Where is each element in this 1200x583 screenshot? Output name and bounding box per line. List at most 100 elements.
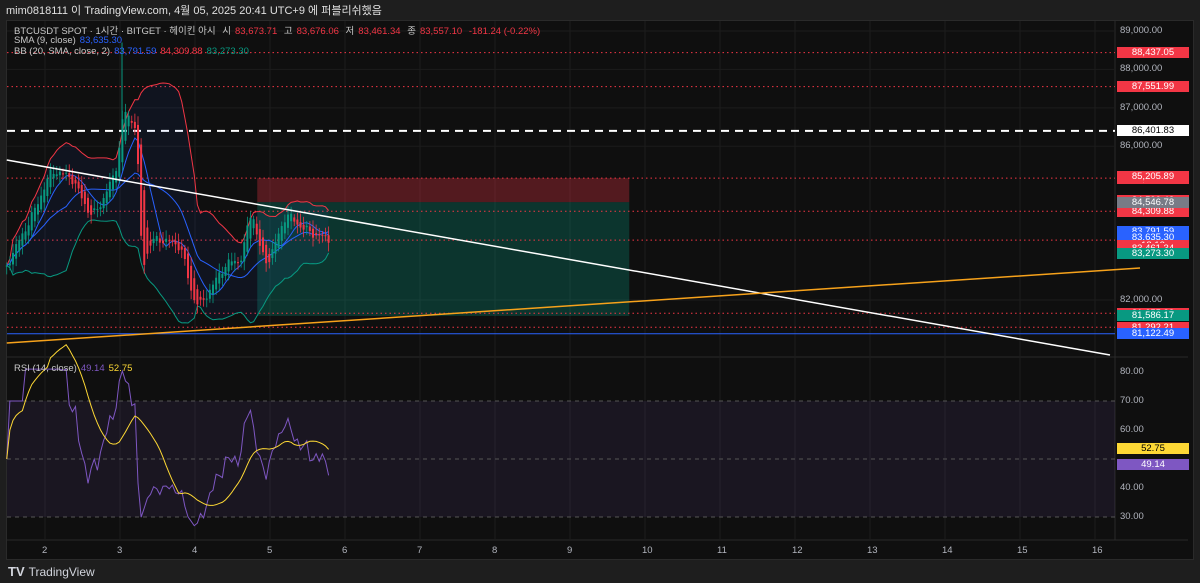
candle-body [112,175,114,190]
rsi-price-label: 49.14 [1117,458,1189,470]
candle-body [99,207,102,210]
candle-body [327,235,330,243]
x-tick-label: 14 [942,545,953,556]
candle-body [33,207,36,222]
candle-body [71,175,74,185]
candle-body [312,228,314,238]
x-tick-label: 10 [642,545,653,556]
candle-body [118,147,121,177]
candle-body [183,248,186,260]
candle-body [280,226,283,241]
candle-body [321,234,324,236]
candle-body [168,240,171,242]
price-line-label: 86,401.83 [1117,125,1189,137]
candle-body [237,262,239,264]
candle-body [252,219,255,229]
bb-mid-value: 83,791.59 [114,46,157,57]
candle-body [302,224,305,230]
open-value: 83,673.71 [234,26,278,37]
candle-body [177,242,180,251]
rsi-tick-label: 30.00 [1120,511,1144,522]
rsi-label: RSI (14, close) [14,363,77,374]
rsi-tick-label: 60.00 [1120,424,1144,435]
candle-body [215,277,218,290]
x-tick-label: 2 [42,545,48,556]
candle-body [202,298,205,300]
candle-body [143,190,146,265]
change-value: -181.24 (-0.22%) [468,26,541,37]
candle-body [193,278,196,301]
candle-body [230,261,233,266]
tradingview-logo-icon: TV [8,564,25,579]
candle-body [133,121,136,129]
candle-body [68,173,71,178]
price-line-label: 88,437.05 [1117,47,1189,59]
candle-body [249,217,252,239]
candle-body [27,225,30,236]
rsi-ma-value: 52.75 [108,363,133,374]
candle-body [290,213,293,222]
bb-legend[interactable]: BB (20, SMA, close, 2) 83,791.59 84,309.88… [14,46,253,57]
candle-body [233,260,236,264]
sma-legend[interactable]: SMA (9, close) 83,635.30 [14,35,126,46]
candle-body [274,242,277,254]
close-value: 83,557.10 [419,26,463,37]
bb-label: BB (20, SMA, close, 2) [14,46,111,57]
candle-body [246,225,249,252]
candle-body [283,222,286,234]
candle-body [227,259,230,272]
candle-body [149,240,152,246]
low-value: 83,461.34 [358,26,401,37]
candle-body [15,244,18,259]
candle-body [221,273,224,278]
candle-body [162,240,164,244]
candle-body [124,111,127,141]
candle-body [87,197,89,213]
candle-body [152,238,155,244]
open-label: 시 [222,26,231,37]
candle-body [268,254,271,263]
tradingview-footer: TV TradingView [8,564,95,579]
candle-body [255,223,258,235]
candle-body [80,184,83,199]
candle-body [58,171,61,176]
candle-body [108,181,111,198]
candle-body [224,266,227,276]
candle-body [83,191,86,205]
candle-body [62,173,64,175]
candle-body [30,212,33,231]
candle-body [12,252,14,265]
candle-body [158,238,161,243]
x-tick-label: 3 [117,545,123,556]
price-label: 81,586.17 [1117,310,1189,322]
candle-body [90,205,93,215]
candle-body [299,222,302,228]
price-tick-label: 82,000.00 [1120,294,1163,305]
x-tick-label: 5 [267,545,273,556]
candle-body [243,242,246,262]
candle-body [171,240,174,242]
candle-body [137,124,139,165]
candle-body [199,296,202,300]
candle-body [52,173,55,179]
candle-body [43,189,46,203]
candle-body [315,233,318,236]
candle-body [305,225,308,228]
candle-body [96,209,99,211]
candle-body [115,171,118,183]
chart-canvas[interactable] [0,0,1200,583]
candle-body [187,253,189,279]
price-tick-label: 87,000.00 [1120,101,1163,113]
rsi-legend[interactable]: RSI (14, close) 49.14 52.75 [14,363,136,374]
candle-body [190,265,193,291]
candle-body [18,240,21,252]
candle-body [287,214,289,228]
candle-body [318,234,321,236]
candle-body [218,272,221,284]
x-tick-label: 12 [792,545,803,556]
candle-body [140,144,143,236]
candle-body [77,181,80,189]
bb-upper-value: 84,309.88 [160,46,203,57]
candle-body [40,195,43,210]
candle-body [174,240,177,245]
